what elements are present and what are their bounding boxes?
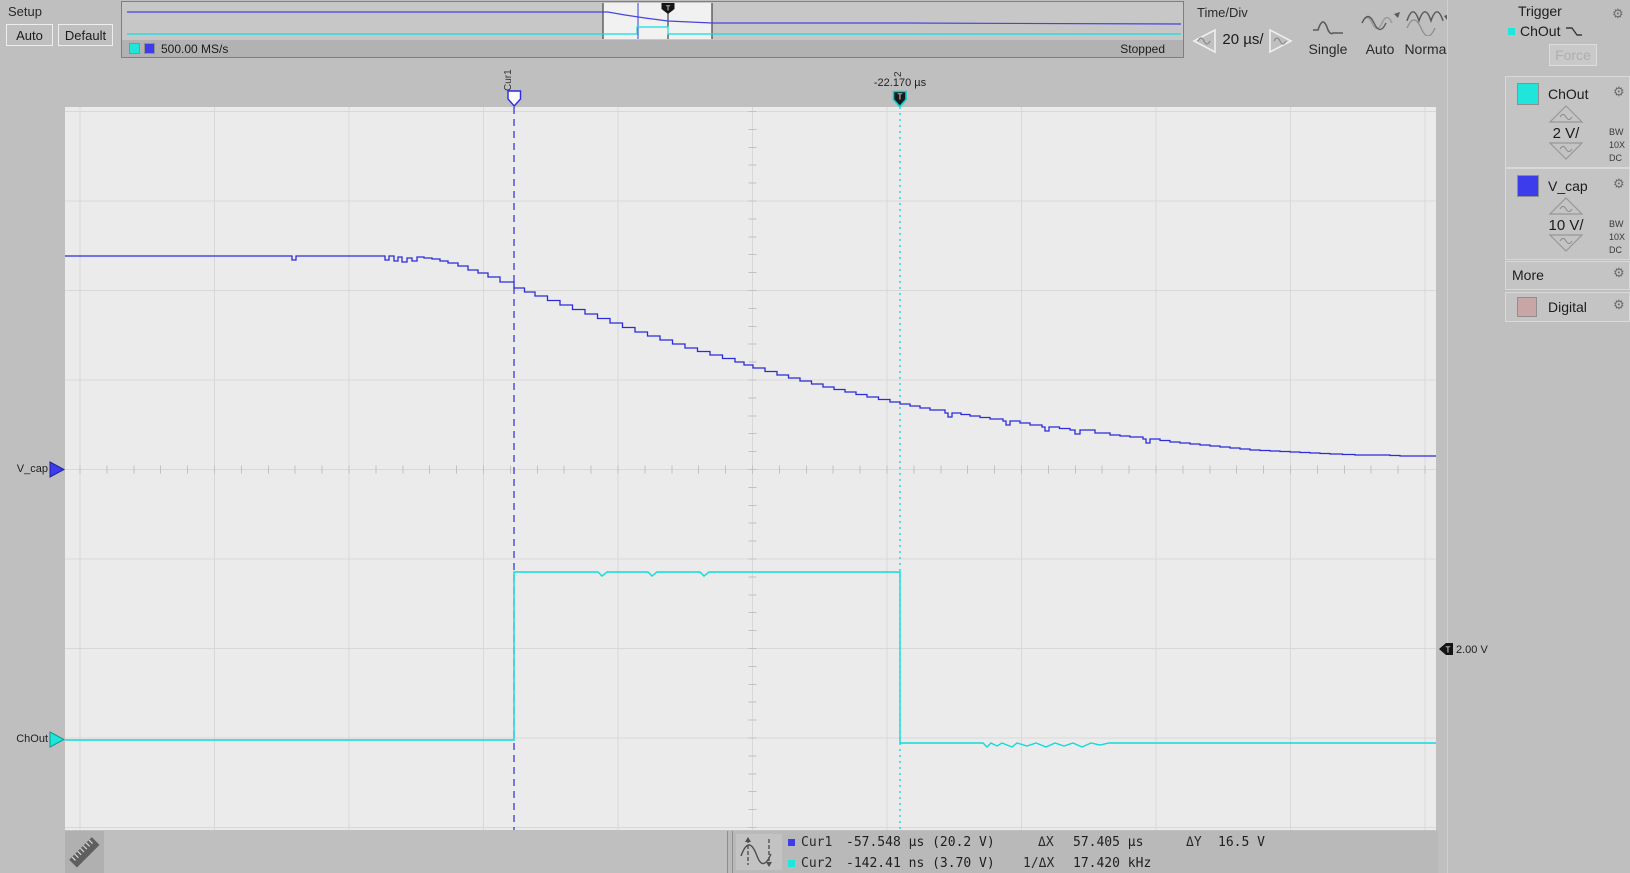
trigger-section-title: Trigger (1518, 3, 1562, 19)
dy-value: 16.5 V (1218, 835, 1265, 850)
dx-label: ΔX (1038, 835, 1054, 850)
invdx-label: 1/ΔX (1023, 856, 1054, 871)
trigger-gear-icon[interactable]: ⚙ (1612, 7, 1624, 20)
oscilloscope-app: Setup Auto Default T 500.00 MS/s Stopped… (0, 0, 1630, 873)
normal-icon (1404, 10, 1450, 36)
vcap-scale-value[interactable]: 10 V/ (1536, 217, 1596, 234)
chout-ground-label: ChOut (0, 733, 48, 745)
cur2-value: -142.41 ns (3.70 V) (846, 856, 995, 871)
digital-label: Digital (1548, 299, 1587, 315)
sample-rate-label: 500.00 MS/s (161, 42, 228, 56)
normal-button[interactable]: Normal (1404, 10, 1450, 57)
trigger-source-row[interactable]: ChOut (1508, 23, 1584, 39)
chout-scale-up-button[interactable] (1548, 104, 1584, 124)
digital-section[interactable]: Digital ⚙ (1505, 292, 1630, 322)
plot-area[interactable] (65, 107, 1436, 830)
setup-section-title: Setup (8, 4, 42, 19)
vcap-badge-10x: 10X (1609, 231, 1625, 244)
acquisition-overview-strip[interactable]: T (122, 2, 1183, 40)
trigger-source-label: ChOut (1520, 23, 1560, 39)
chout-ground-marker[interactable] (49, 731, 65, 748)
chout-gear-icon[interactable]: ⚙ (1613, 85, 1625, 98)
timebase-increase-button[interactable] (1267, 28, 1295, 54)
vcap-badge-bw: BW (1609, 218, 1625, 231)
chout-color-swatch (129, 43, 140, 54)
auto-icon (1358, 10, 1402, 36)
vcap-scale-up-button[interactable] (1548, 196, 1584, 216)
more-label: More (1512, 267, 1544, 283)
trigger-time-flag[interactable]: T (892, 90, 908, 108)
falling-edge-icon (1564, 24, 1584, 38)
more-gear-icon[interactable]: ⚙ (1613, 266, 1625, 279)
trigger-level-label: 2.00 V (1456, 644, 1488, 656)
cur1-label: Cur1 (801, 835, 832, 850)
vcap-enable-swatch[interactable] (1517, 175, 1539, 197)
cursor1-vertical-label: Cur1 (503, 63, 514, 91)
timebase-decrease-button[interactable] (1190, 28, 1218, 54)
invdx-value: 17.420 kHz (1073, 856, 1151, 871)
chout-scale-value[interactable]: 2 V/ (1536, 125, 1596, 142)
timebase-value[interactable]: 20 µs/ (1218, 31, 1268, 48)
cur2-swatch (788, 860, 795, 867)
vcap-ground-marker[interactable] (49, 461, 65, 478)
cursors-icon (736, 834, 782, 870)
vcap-scale-down-button[interactable] (1548, 233, 1584, 253)
dx-value: 57.405 µs (1073, 835, 1143, 850)
trigger-source-color (1508, 28, 1515, 35)
acquisition-status: Stopped (1120, 42, 1165, 56)
channel-box-chout: ChOut ⚙ 2 V/ BW 10X DC (1505, 76, 1630, 168)
digital-enable-swatch[interactable] (1517, 297, 1537, 317)
more-section[interactable]: More ⚙ (1505, 261, 1630, 290)
chout-badge-10x: 10X (1609, 139, 1625, 152)
readout-grip[interactable] (732, 831, 733, 873)
acquisition-status-band: 500.00 MS/s Stopped (122, 40, 1183, 57)
svg-text:T: T (1446, 646, 1451, 655)
single-button[interactable]: Single (1303, 10, 1353, 57)
timebase-label: Time/Div (1197, 5, 1248, 20)
chout-badge-dc: DC (1609, 152, 1625, 165)
overview-waveform[interactable]: T (122, 2, 1183, 40)
single-label: Single (1303, 41, 1353, 57)
cursor2-vertical-label: 2 (893, 64, 904, 77)
cur1-swatch (788, 839, 795, 846)
svg-text:T: T (666, 4, 671, 13)
chout-scale-down-button[interactable] (1548, 141, 1584, 161)
cur1-value: -57.548 µs (20.2 V) (846, 835, 995, 850)
digital-gear-icon[interactable]: ⚙ (1613, 298, 1625, 311)
channel-box-vcap: V_cap ⚙ 10 V/ BW 10X DC (1505, 168, 1630, 260)
svg-text:T: T (898, 93, 903, 102)
chout-name: ChOut (1548, 86, 1588, 102)
trigger-force-button[interactable]: Force (1549, 44, 1597, 66)
measure-ruler-button[interactable] (65, 831, 104, 873)
vcap-ground-label: V_cap (0, 463, 48, 475)
normal-label: Normal (1404, 41, 1450, 57)
vcap-gear-icon[interactable]: ⚙ (1613, 177, 1625, 190)
auto-label: Auto (1358, 41, 1402, 57)
chout-badge-bw: BW (1609, 126, 1625, 139)
auto-button[interactable]: Auto (1358, 10, 1402, 57)
ruler-icon (65, 831, 104, 873)
cursor-readout-bar: Cur1 -57.548 µs (20.2 V) Cur2 -142.41 ns… (727, 831, 1438, 873)
single-icon (1303, 10, 1353, 36)
waveform-plot[interactable] (65, 107, 1436, 830)
dy-label: ΔY (1186, 835, 1202, 850)
cur2-label: Cur2 (801, 856, 832, 871)
chout-enable-swatch[interactable] (1517, 83, 1539, 105)
vcap-color-swatch (144, 43, 155, 54)
vcap-name: V_cap (1548, 178, 1588, 194)
setup-default-button[interactable]: Default (58, 24, 113, 46)
cursor1-flag[interactable] (507, 90, 522, 107)
setup-auto-button[interactable]: Auto (6, 24, 53, 46)
trigger-level-flag[interactable]: T (1438, 642, 1454, 657)
trigger-position-label: -22.170 µs (850, 77, 950, 89)
cursors-tool-button[interactable] (736, 834, 782, 870)
vcap-badge-dc: DC (1609, 244, 1625, 257)
